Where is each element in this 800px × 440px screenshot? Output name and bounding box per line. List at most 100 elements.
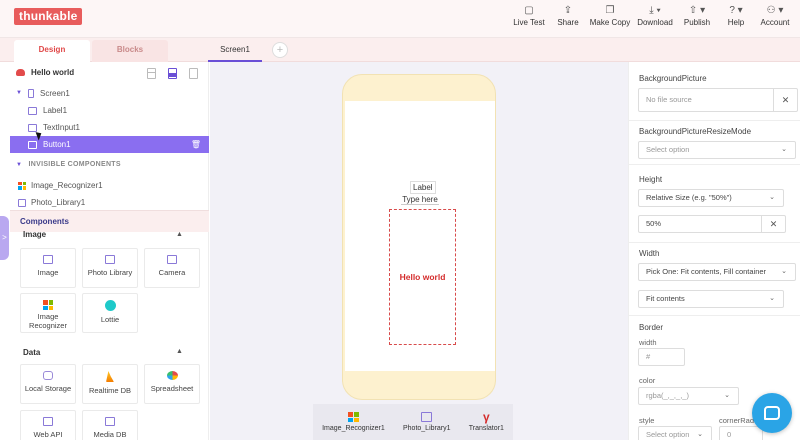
tile-label: Photo Library <box>87 268 133 277</box>
divider <box>629 164 800 165</box>
height-mode-select[interactable]: Relative Size (e.g. "50%") ⌄ <box>638 189 784 207</box>
nonvisible-translator1[interactable]: γ Translator1 <box>469 410 504 432</box>
field-value: Select option <box>646 145 690 154</box>
tree-item-image-recognizer1[interactable]: Image_Recognizer1 <box>18 181 103 190</box>
tree-item-label1[interactable]: Label1 <box>10 102 209 119</box>
tile-label: Image Recognizer <box>29 312 67 330</box>
canvas-label1[interactable]: Label <box>410 181 436 194</box>
chevron-down-icon: ⌄ <box>781 146 787 153</box>
component-web-api[interactable]: Web API <box>20 410 76 440</box>
microsoft-icon <box>347 412 359 422</box>
resize-mode-select[interactable]: Select option ⌄ <box>638 141 796 159</box>
tab-row: Design Blocks Screen1 + <box>0 38 800 62</box>
tab-design[interactable]: Design <box>14 40 90 62</box>
component-spreadsheet[interactable]: Spreadsheet <box>144 364 200 404</box>
design-canvas[interactable]: Label Type here Hello world Image_Recogn… <box>210 62 628 440</box>
button-icon <box>28 140 37 149</box>
phone-screen[interactable]: Label Type here Hello world <box>345 101 495 371</box>
tree-item-label: Button1 <box>43 140 71 149</box>
account-icon: ⚇ ▾ <box>766 5 784 16</box>
tab-blocks[interactable]: Blocks <box>92 40 168 62</box>
top-actions: ▢ Live Test ⇪ Share ❐ Make Copy ⤓ ▾ Down… <box>509 4 794 27</box>
invisible-components-header[interactable]: ▼ INVISIBLE COMPONENTS <box>16 161 121 168</box>
component-media-db[interactable]: Media DB <box>82 410 138 440</box>
field-value: Pick One: Fit contents, Fill container <box>646 267 767 276</box>
tile-label: Camera <box>158 268 186 277</box>
component-image[interactable]: Image <box>20 248 76 288</box>
chat-support-button[interactable] <box>752 393 792 433</box>
panel-expand-handle[interactable]: > <box>0 216 9 260</box>
nonvisible-photo-library1[interactable]: Photo_Library1 <box>403 412 450 432</box>
make-copy-button[interactable]: ❐ Make Copy <box>588 4 632 27</box>
screen-icon <box>28 89 34 98</box>
thunkable-logo[interactable]: thunkable <box>14 8 83 25</box>
firebase-icon <box>106 371 114 382</box>
component-realtime-db[interactable]: Realtime DB <box>82 364 138 404</box>
width-value-select[interactable]: Fit contents ⌄ <box>638 290 784 308</box>
collapse-arrow-icon[interactable]: ▼ <box>16 85 22 102</box>
account-button[interactable]: ⚇ ▾ Account <box>756 4 794 27</box>
nonvisible-image-recognizer1[interactable]: Image_Recognizer1 <box>322 412 385 432</box>
photo-library-icon <box>421 412 433 422</box>
help-button[interactable]: ? ▾ Help <box>717 4 755 27</box>
local-storage-icon <box>43 371 53 380</box>
border-style-select[interactable]: Select option ⌄ <box>638 426 712 440</box>
field-value: rgba(_,_,_,_) <box>646 391 689 400</box>
publish-icon: ⇧ ▾ <box>688 5 706 16</box>
copy-icon: ❐ <box>605 5 615 16</box>
tree-item-label: Label1 <box>43 106 68 115</box>
tablet-view-icon[interactable] <box>147 68 156 79</box>
project-name: Hello world <box>31 68 75 77</box>
divider <box>629 120 800 121</box>
tree-item-label: Image_Recognizer1 <box>31 181 103 190</box>
field-value: Relative Size (e.g. "50%") <box>646 193 732 202</box>
phone-view-icon[interactable] <box>168 68 177 79</box>
field-value: Select option <box>646 430 690 439</box>
width-mode-select[interactable]: Pick One: Fit contents, Fill container ⌄ <box>638 263 796 281</box>
lottie-icon <box>104 300 116 311</box>
canvas-button-label: Hello world <box>399 272 446 282</box>
top-bar: thunkable ▢ Live Test ⇪ Share ❐ Make Cop… <box>0 0 800 38</box>
phone-preview: Label Type here Hello world <box>342 74 496 400</box>
component-image-recognizer[interactable]: Image Recognizer <box>20 293 76 333</box>
translator-icon: γ <box>482 410 490 424</box>
height-value-input[interactable]: 50% ✕ <box>638 215 786 233</box>
live-test-label: Live Test <box>513 18 545 27</box>
background-picture-field[interactable]: No file source ✕ <box>638 88 798 112</box>
component-photo-library[interactable]: Photo Library <box>82 248 138 288</box>
canvas-button1[interactable]: Hello world <box>389 209 456 345</box>
share-button[interactable]: ⇪ Share <box>549 4 587 27</box>
project-title: Hello world <box>16 68 74 77</box>
component-camera[interactable]: Camera <box>144 248 200 288</box>
download-button[interactable]: ⤓ ▾ Download <box>633 4 677 27</box>
tree-item-label: TextInput1 <box>43 123 80 132</box>
border-width-input[interactable]: # <box>638 348 685 366</box>
media-db-icon <box>105 417 115 426</box>
tree-item-screen1[interactable]: ▼ Screen1 <box>10 85 209 102</box>
tile-label: Image <box>37 268 59 277</box>
live-test-button[interactable]: ▢ Live Test <box>510 4 548 27</box>
chevron-down-icon: ⌄ <box>781 268 787 275</box>
publish-label: Publish <box>683 18 711 27</box>
label-icon <box>28 106 37 115</box>
clear-icon[interactable]: ✕ <box>773 89 797 111</box>
full-view-icon[interactable] <box>189 68 198 79</box>
trash-icon[interactable]: 🗑 <box>191 136 201 153</box>
component-lottie[interactable]: Lottie <box>82 293 138 333</box>
corner-radius-input[interactable]: 0 <box>719 426 763 440</box>
clear-icon[interactable]: ✕ <box>761 216 785 232</box>
prop-width-label: Width <box>639 249 660 258</box>
add-screen-button[interactable]: + <box>272 42 288 58</box>
border-color-label: color <box>639 376 656 385</box>
border-width-label: width <box>639 338 657 347</box>
chevron-down-icon: ⌄ <box>769 295 775 302</box>
component-local-storage[interactable]: Local Storage <box>20 364 76 404</box>
publish-button[interactable]: ⇧ ▾ Publish <box>678 4 716 27</box>
canvas-textinput1[interactable]: Type here <box>401 195 439 205</box>
tree-item-photo-library1[interactable]: Photo_Library1 <box>18 198 85 207</box>
account-label: Account <box>760 18 790 27</box>
tab-screen1[interactable]: Screen1 <box>208 40 262 62</box>
collapse-caret-icon[interactable]: ▲ <box>176 231 183 238</box>
collapse-caret-icon[interactable]: ▲ <box>176 348 183 355</box>
border-color-picker[interactable]: rgba(_,_,_,_) ⌄ <box>638 387 739 405</box>
